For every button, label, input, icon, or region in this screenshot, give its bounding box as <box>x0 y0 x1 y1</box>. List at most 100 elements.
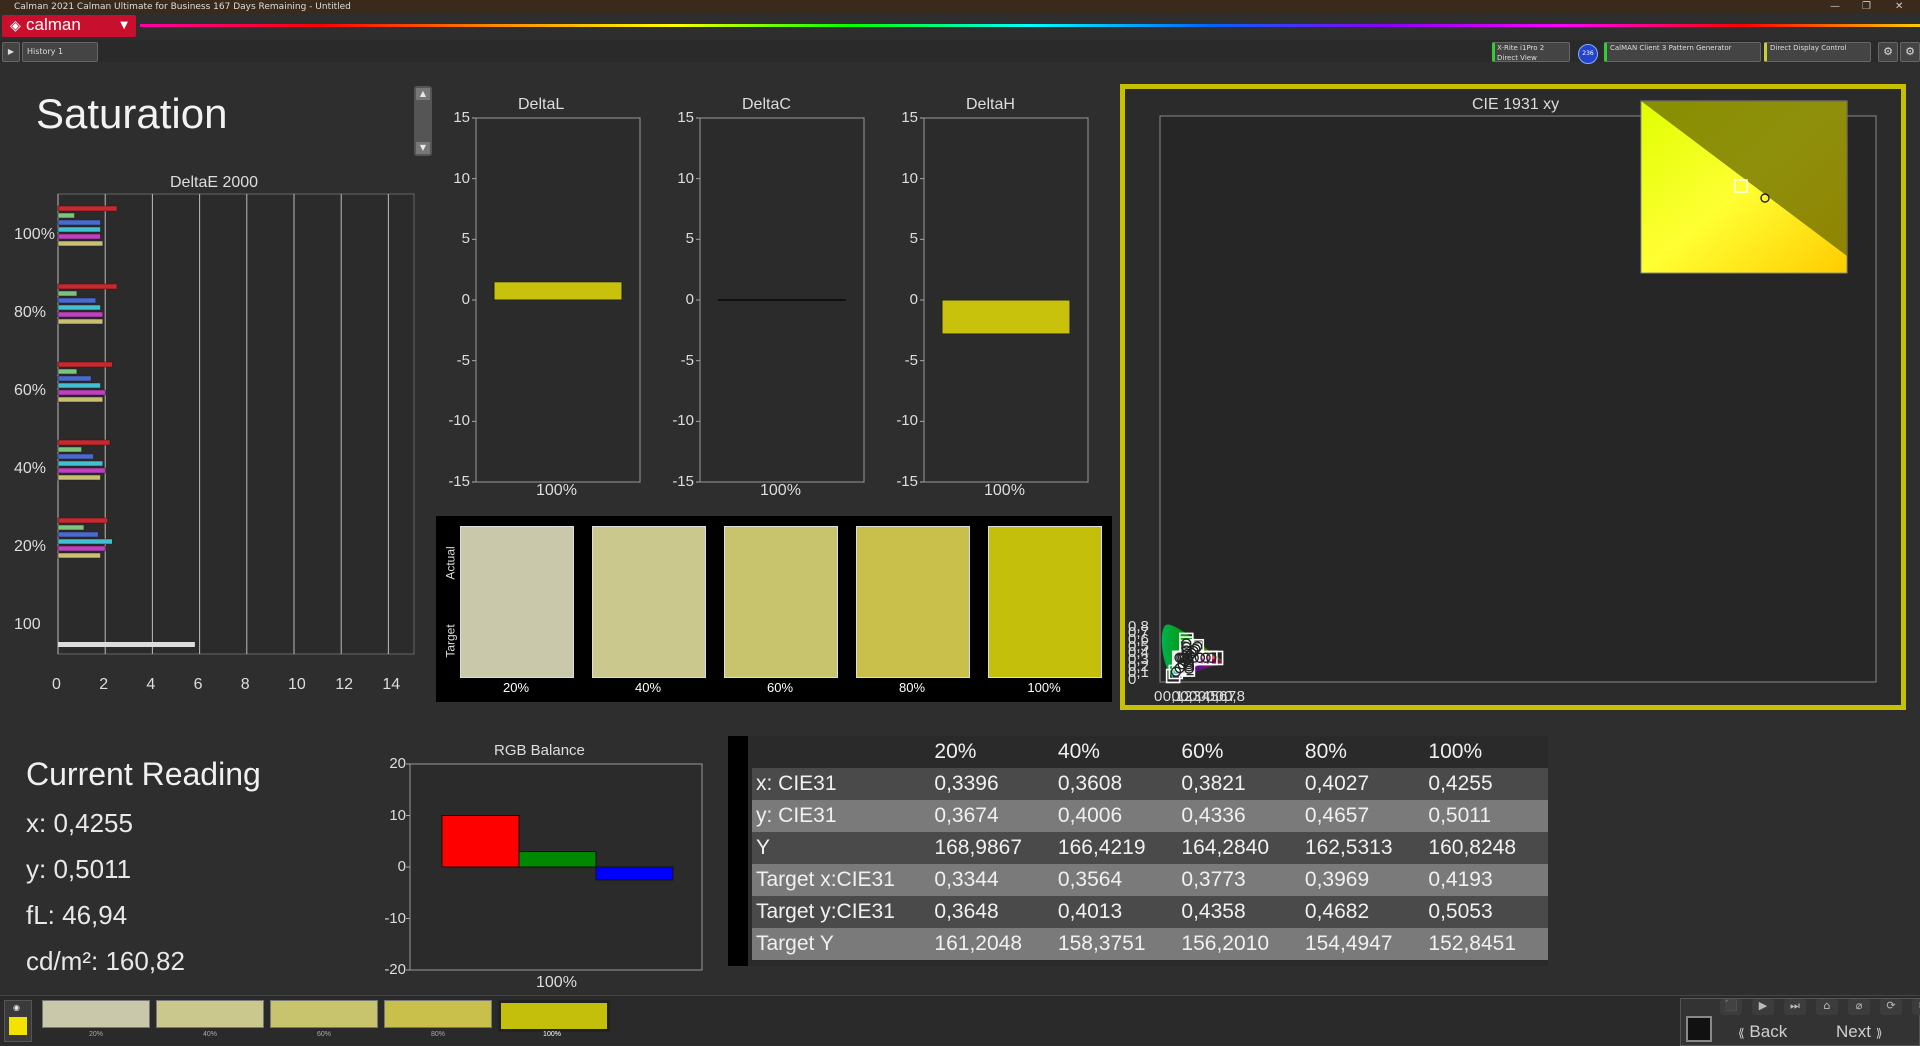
home-icon[interactable]: ⌂ <box>1816 999 1838 1015</box>
settings-icon[interactable]: ⚙ <box>1900 42 1920 62</box>
calman-menu-button[interactable]: ◈ calman ▼ <box>2 15 136 37</box>
deltae-bar <box>57 219 101 226</box>
play-icon[interactable]: ▶ <box>2 42 20 62</box>
table-cell: 166,4219 <box>1057 836 1146 859</box>
current-y: y: 0,5011 <box>26 854 132 884</box>
swatch-label: 20% <box>502 680 530 695</box>
table-cell: 0,3969 <box>1304 868 1370 891</box>
table-header-cell: 20% <box>934 740 977 763</box>
back-button[interactable]: ⟪ Back <box>1738 1022 1787 1042</box>
swatch-20% <box>460 526 574 678</box>
tab-history-1[interactable]: History 1 <box>22 42 98 62</box>
rgb-bar <box>518 851 597 868</box>
window-title: Calman 2021 Calman Ultimate for Business… <box>14 2 351 12</box>
tools-icon[interactable]: ✂ <box>1912 999 1920 1015</box>
deltae-xlabel: 2 <box>99 676 109 693</box>
minimize-icon[interactable]: — <box>1830 0 1840 14</box>
bottom-swatch-label: 80% <box>430 1031 445 1038</box>
deltae-ylabel: 20% <box>14 538 47 555</box>
deltae-bar <box>57 389 106 396</box>
swatch-panel: Actual Target 20% 40% 60% 80% 100% <box>436 516 1112 702</box>
stop-icon[interactable] <box>1686 1016 1712 1042</box>
data-table-panel: 20% 40% 60% 80% 100% x: CIE31 0,3396 0,3608 0,38… <box>728 736 1548 966</box>
current-reading-title: Current Reading <box>26 756 261 792</box>
deltae-ylabel: 40% <box>14 460 47 477</box>
display-control-select[interactable]: Direct Display Control <box>1764 42 1871 62</box>
cie-xlabel: 0,8 <box>1224 688 1245 705</box>
next-button[interactable]: Next ⟫ <box>1836 1022 1882 1042</box>
camera-icon: ◉ <box>13 1003 20 1012</box>
meter-status-badge[interactable]: 236 <box>1578 44 1598 64</box>
deltae-xlabel: 10 <box>288 676 306 693</box>
table-cell: 152,8451 <box>1428 932 1517 955</box>
delta-tick-label: -15 <box>896 473 918 490</box>
swatch-label: 40% <box>634 680 662 695</box>
table-row: Target Y 161,2048 158,3751 156,2010 154,4947… <box>752 928 1548 960</box>
link-icon[interactable]: ⌀ <box>1848 999 1870 1015</box>
table-cell: 168,9867 <box>934 836 1023 859</box>
deltae-bar <box>57 226 101 233</box>
swatch-label: 100% <box>1027 680 1061 695</box>
table-cell: Y <box>756 836 771 859</box>
table-cell: 158,3751 <box>1057 932 1146 955</box>
scroll-down-icon[interactable]: ▼ <box>416 142 430 154</box>
delta-tick-label: -5 <box>680 351 694 369</box>
restore-icon[interactable]: ❐ <box>1862 0 1871 14</box>
table-cell: 0,3608 <box>1057 772 1123 795</box>
gear-icon[interactable]: ⚙ <box>1878 42 1898 62</box>
bottom-swatch-100%[interactable] <box>498 1000 610 1032</box>
table-cell: 0,4255 <box>1428 772 1493 795</box>
delta-tick-label: 5 <box>461 230 470 248</box>
deltae-bar <box>57 361 113 368</box>
play-icon[interactable]: ▶ <box>1752 999 1774 1015</box>
table-row: x: CIE31 0,3396 0,3608 0,3821 0,4027 0,4255 <box>752 768 1548 800</box>
deltae-bar <box>57 517 108 524</box>
meter-select[interactable]: X-Rite i1Pro 2 Direct View <box>1492 42 1570 62</box>
deltaH-xlabel: 100% <box>984 482 1025 499</box>
table-header-cell <box>752 736 930 768</box>
deltae-xlabel: 12 <box>335 676 353 693</box>
current-fl: fL: 46,94 <box>26 900 128 930</box>
bottom-swatch-40%[interactable] <box>156 1000 264 1028</box>
back-arrow-icon: ⟪ <box>1738 1026 1745 1040</box>
delta-tick-label: 5 <box>685 230 694 248</box>
delta-tick-label: -15 <box>672 473 694 490</box>
deltae-bar <box>57 524 85 531</box>
rgb-xlabel: 100% <box>536 974 577 991</box>
refresh-icon[interactable]: ⟳ <box>1880 999 1902 1015</box>
table-cell: 0,5053 <box>1428 900 1493 923</box>
skip-icon[interactable]: ⏭ <box>1784 999 1806 1015</box>
next-arrow-icon: ⟫ <box>1875 1026 1883 1040</box>
rainbow-strip <box>140 24 1920 27</box>
deltaH-bar <box>941 299 1071 335</box>
deltae-bar <box>57 297 97 304</box>
rgb-balance-chart <box>406 763 703 971</box>
close-icon[interactable]: ✕ <box>1895 0 1903 14</box>
bottom-swatch-20%[interactable] <box>42 1000 150 1028</box>
calman-logo-icon: ◈ <box>10 18 21 34</box>
swatch-60% <box>724 526 838 678</box>
rgb-tick-label: 0 <box>397 858 406 875</box>
deltae-bar <box>58 642 195 647</box>
table-row: Target y:CIE31 0,3648 0,4013 0,4358 0,4682 0,… <box>752 896 1548 928</box>
display-ctrl-name: Direct Display Control <box>1770 44 1847 52</box>
table-cell: 0,4358 <box>1181 900 1246 923</box>
current-color-chip <box>9 1017 27 1035</box>
color-picker-button[interactable]: ◉ <box>4 1000 32 1042</box>
current-cd: cd/m²: 160,82 <box>26 946 185 976</box>
scroll-up-icon[interactable]: ▲ <box>416 88 430 100</box>
deltae-plot-area <box>57 193 415 655</box>
rgb-bar <box>441 815 520 868</box>
bottom-swatch-80%[interactable] <box>384 1000 492 1028</box>
table-cell: Target y:CIE31 <box>756 900 895 923</box>
square-icon[interactable]: ⬛ <box>1720 999 1742 1015</box>
table-cell: 0,3821 <box>1181 772 1246 795</box>
table-header-cell: 80% <box>1304 740 1347 763</box>
deltae-bar <box>57 396 104 403</box>
deltaC-xlabel: 100% <box>760 482 801 499</box>
pattern-generator-select[interactable]: CalMAN Client 3 Pattern Generator <box>1604 42 1761 62</box>
deltae-bar <box>57 311 104 318</box>
data-table: 20% 40% 60% 80% 100% x: CIE31 0,3396 0,3608 0,38… <box>752 736 1548 960</box>
delta-tick-label: 0 <box>685 291 694 308</box>
bottom-swatch-60%[interactable] <box>270 1000 378 1028</box>
